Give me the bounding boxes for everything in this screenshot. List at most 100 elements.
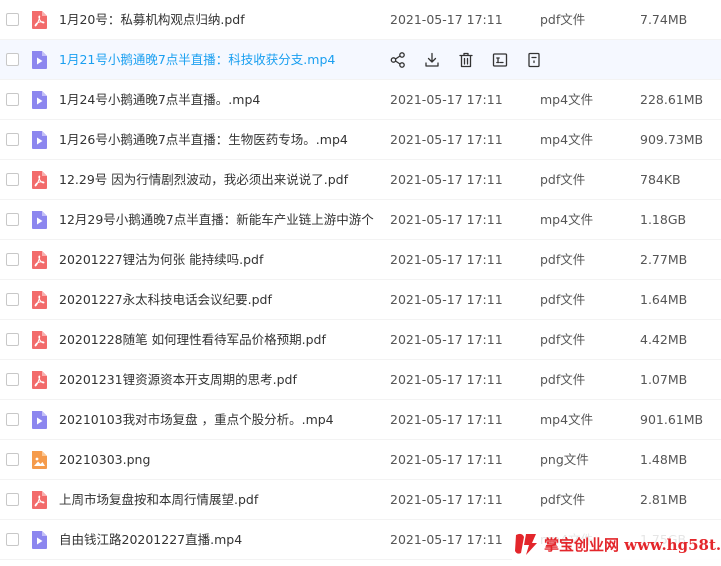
file-name[interactable]: 1月20号：私募机构观点归纳.pdf [59,11,374,29]
video-file-icon [31,131,48,149]
file-date: 2021-05-17 17:11 [390,212,503,227]
file-size: 1.48MB [640,452,688,467]
file-row[interactable]: 12.29号 因为行情剧烈波动，我必须出来说说了.pdf 2021-05-17 1… [0,160,721,200]
file-date: 2021-05-17 17:11 [390,332,503,347]
file-row[interactable]: 20210103我对市场复盘 ，重点个股分析。.mp4 2021-05-17 17… [0,400,721,440]
download-icon[interactable] [422,50,442,70]
file-type: pdf文件 [540,12,586,27]
file-size: 1.18GB [640,212,687,227]
row-checkbox[interactable] [6,493,19,506]
file-date: 2021-05-17 17:11 [390,412,503,427]
file-name[interactable]: 20201227锂沽为何张 能持续吗.pdf [59,251,374,269]
row-checkbox[interactable] [6,533,19,546]
pdf-file-icon [31,251,48,269]
file-date: 2021-05-17 17:11 [390,292,503,307]
file-row[interactable]: 20210303.png 2021-05-17 17:11 png文件 1.48MB [0,440,721,480]
file-name[interactable]: 20201227永太科技电话会议纪要.pdf [59,291,374,309]
file-name[interactable]: 20201231锂资源资本开支周期的思考.pdf [59,371,374,389]
file-size: 784KB [640,172,681,187]
pdf-file-icon [31,491,48,509]
file-date: 2021-05-17 17:11 [390,372,503,387]
file-name[interactable]: 12.29号 因为行情剧烈波动，我必须出来说说了.pdf [59,171,374,189]
file-name[interactable]: 上周市场复盘按和本周行情展望.pdf [59,491,374,509]
video-file-icon [31,411,48,429]
row-checkbox[interactable] [6,373,19,386]
file-row[interactable]: 1月20号：私募机构观点归纳.pdf 2021-05-17 17:11 pdf文件 7… [0,0,721,40]
file-name[interactable]: 自由钱江路20201227直播.mp4 [59,531,374,549]
video-file-icon [31,531,48,549]
row-checkbox[interactable] [6,173,19,186]
row-checkbox[interactable] [6,13,19,26]
file-type: pdf文件 [540,172,586,187]
video-file-icon [31,51,48,69]
image-file-icon [31,451,48,469]
file-row[interactable]: 20201227永太科技电话会议纪要.pdf 2021-05-17 17:11 pd… [0,280,721,320]
file-type: mp4文件 [540,132,594,147]
delete-icon[interactable] [456,50,476,70]
row-checkbox[interactable] [6,133,19,146]
file-size: 4.42MB [640,332,688,347]
file-row[interactable]: 上周市场复盘按和本周行情展望.pdf 2021-05-17 17:11 pdf文件 2… [0,480,721,520]
row-checkbox[interactable] [6,253,19,266]
file-size: 228.61MB [640,92,704,107]
file-size: 1.07MB [640,372,688,387]
watermark-logo-icon [515,533,537,555]
pdf-file-icon [31,371,48,389]
file-type: mp4文件 [540,92,594,107]
file-date: 2021-05-17 17:11 [390,132,503,147]
row-checkbox[interactable] [6,413,19,426]
file-row[interactable]: 20201227锂沽为何张 能持续吗.pdf 2021-05-17 17:11 pd… [0,240,721,280]
file-type: pdf文件 [540,292,586,307]
pdf-file-icon [31,291,48,309]
video-file-icon [31,91,48,109]
file-type: mp4文件 [540,212,594,227]
file-name[interactable]: 12月29号小鹅通晚7点半直播：新能车产业链上游中游个... [59,211,374,229]
file-date: 2021-05-17 17:11 [390,452,503,467]
file-name[interactable]: 20210303.png [59,451,374,469]
file-date: 2021-05-17 17:11 [390,492,503,507]
file-size: 1.64MB [640,292,688,307]
file-size: 2.81MB [640,492,688,507]
row-checkbox[interactable] [6,333,19,346]
file-list: 1月20号：私募机构观点归纳.pdf 2021-05-17 17:11 pdf文件 7… [0,0,721,560]
file-date: 2021-05-17 17:11 [390,532,503,547]
row-checkbox[interactable] [6,293,19,306]
file-name[interactable]: 20201228随笔 如何理性看待军品价格预期.pdf [59,331,374,349]
file-row[interactable]: 1月26号小鹅通晚7点半直播：生物医药专场。.mp4 2021-05-17 17:… [0,120,721,160]
watermark: 掌宝创业网 www.hg58t.com [512,528,721,560]
file-size: 909.73MB [640,132,704,147]
file-name[interactable]: 1月26号小鹅通晚7点半直播：生物医药专场。.mp4 [59,131,374,149]
file-name[interactable]: 20210103我对市场复盘 ，重点个股分析。.mp4 [59,411,374,429]
file-name[interactable]: 1月24号小鹅通晚7点半直播。.mp4 [59,91,374,109]
share-icon[interactable] [388,50,408,70]
row-checkbox[interactable] [6,53,19,66]
file-date: 2021-05-17 17:11 [390,252,503,267]
file-size: 7.74MB [640,12,688,27]
watermark-text: 掌宝创业网 www.hg58t.com [544,535,721,554]
file-date: 2021-05-17 17:11 [390,12,503,27]
pdf-file-icon [31,331,48,349]
file-size: 2.77MB [640,252,688,267]
file-row[interactable]: 1月24号小鹅通晚7点半直播。.mp4 2021-05-17 17:11 mp4文件… [0,80,721,120]
file-row[interactable]: 20201228随笔 如何理性看待军品价格预期.pdf 2021-05-17 17… [0,320,721,360]
file-date: 2021-05-17 17:11 [390,172,503,187]
pdf-file-icon [31,171,48,189]
file-row[interactable]: 1月21号小鹅通晚7点半直播：科技收获分支.mp4 [0,40,721,80]
file-type: pdf文件 [540,332,586,347]
video-file-icon [31,211,48,229]
file-type: pdf文件 [540,492,586,507]
file-name[interactable]: 1月21号小鹅通晚7点半直播：科技收获分支.mp4 [59,51,374,69]
row-checkbox[interactable] [6,453,19,466]
file-type: png文件 [540,452,589,467]
file-type: pdf文件 [540,252,586,267]
file-row[interactable]: 12月29号小鹅通晚7点半直播：新能车产业链上游中游个... 2021-05-17… [0,200,721,240]
file-date: 2021-05-17 17:11 [390,92,503,107]
file-type: pdf文件 [540,372,586,387]
row-checkbox[interactable] [6,93,19,106]
more-icon[interactable] [524,50,544,70]
row-checkbox[interactable] [6,213,19,226]
pdf-file-icon [31,11,48,29]
file-row[interactable]: 20201231锂资源资本开支周期的思考.pdf 2021-05-17 17:11… [0,360,721,400]
file-type: mp4文件 [540,412,594,427]
rename-icon[interactable] [490,50,510,70]
